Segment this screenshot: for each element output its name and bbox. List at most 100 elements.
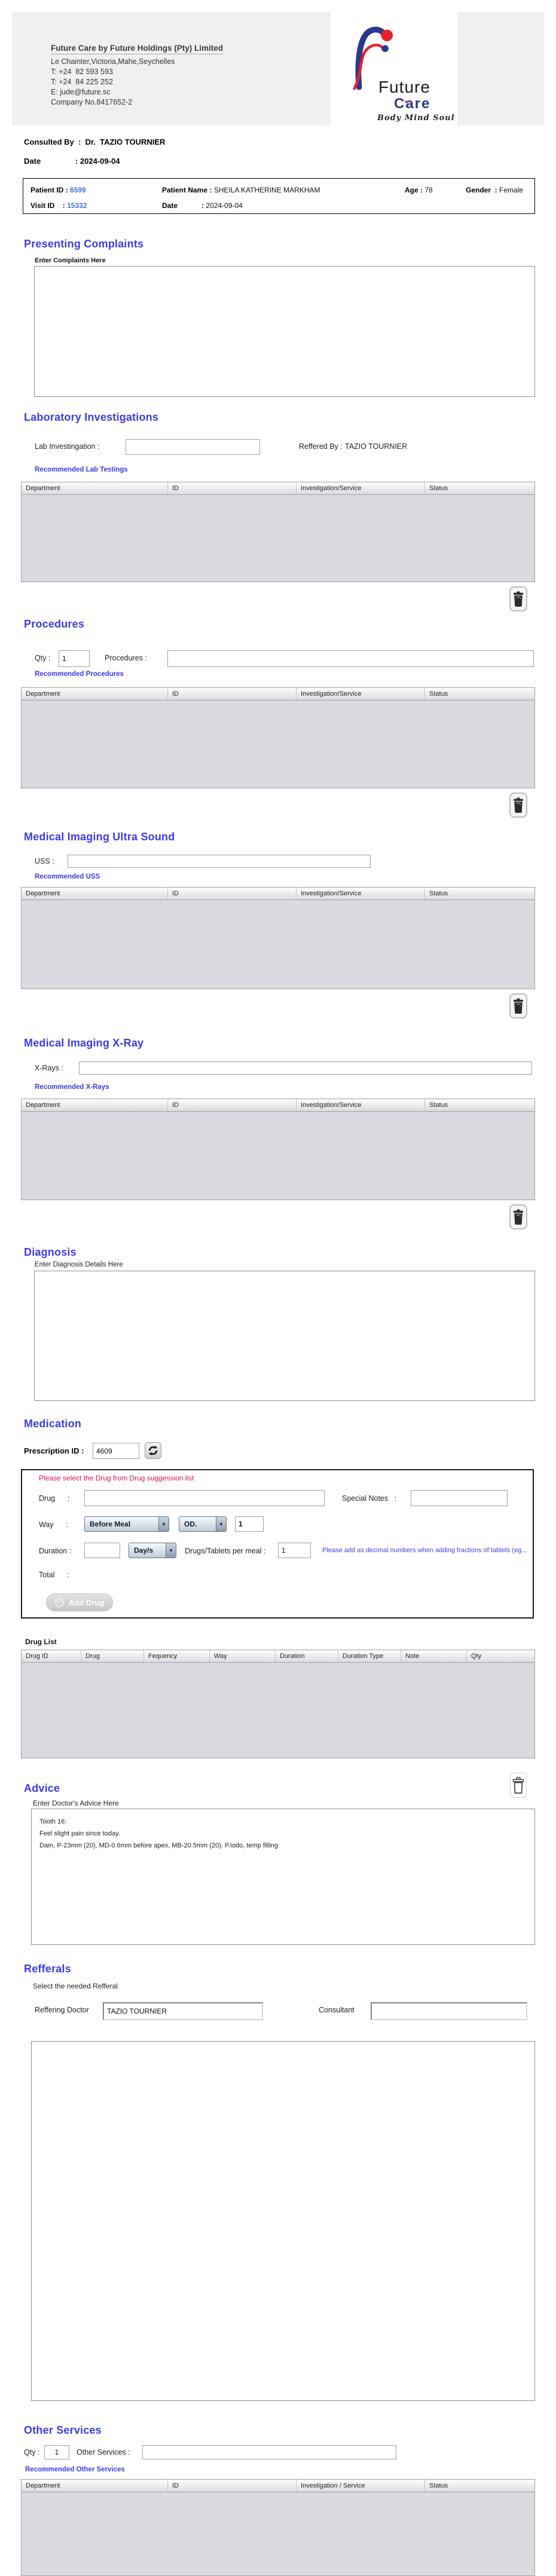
referral-list-box[interactable] — [31, 2041, 535, 2401]
procedures-qty-input[interactable] — [59, 650, 90, 667]
drug-col-duration-type: Duration Type — [338, 1650, 401, 1662]
xray-title: Medical Imaging X-Ray — [24, 1037, 144, 1049]
prescription-id-input[interactable] — [93, 1443, 139, 1459]
recommended-uss-link[interactable]: Recommended USS — [35, 873, 100, 880]
xray-input[interactable] — [79, 1061, 532, 1075]
age-label: Age : — [405, 186, 425, 194]
trash-icon — [512, 1776, 524, 1794]
uss-delete-button[interactable] — [509, 993, 527, 1018]
diagnosis-hint: Enter Diagnosis Details Here — [35, 1261, 123, 1268]
visit-id-pair: Visit ID : 15332 — [30, 200, 87, 211]
frequency-select[interactable]: OD. ▼ — [179, 1516, 227, 1532]
uss-col-service: Investigation/Service — [297, 888, 425, 900]
referred-by-label: Reffered By : — [299, 442, 343, 451]
advice-hint: Enter Doctor's Advice Here — [33, 1799, 119, 1807]
age-value: 78 — [424, 186, 433, 194]
other-services-qty-input[interactable] — [44, 2445, 69, 2459]
way-qty-input[interactable] — [235, 1516, 264, 1532]
consulted-by-label: Consulted By : — [24, 137, 81, 146]
lab-table-header: Department ID Investigation/Service Stat… — [22, 482, 534, 495]
drug-input[interactable] — [84, 1490, 325, 1506]
gender-value: Female — [499, 186, 524, 194]
uss-input[interactable] — [68, 855, 371, 868]
visit-id-label: Visit ID : — [30, 201, 68, 210]
lab-delete-button[interactable] — [509, 586, 527, 611]
consulted-by-line: Consulted By : Dr. TAZIO TOURNIER — [24, 137, 165, 146]
trash-icon — [514, 1209, 523, 1225]
patient-info-box: Patient ID : 6599 Patient Name : SHEILA … — [23, 178, 535, 214]
procedures-delete-button[interactable] — [509, 793, 527, 818]
recommended-other-services-link[interactable]: Recommended Other Services — [25, 2466, 125, 2473]
lab-col-status: Status — [429, 485, 448, 492]
trash-icon — [514, 591, 523, 607]
company-header: Future Care by Future Holdings (Pty) Lim… — [12, 12, 544, 126]
special-notes-input[interactable] — [411, 1490, 508, 1506]
drug-col-drug: Drug — [81, 1650, 144, 1662]
procedures-col-service: Investigation/Service — [297, 688, 425, 700]
lab-investigation-label: Lab Investingation : — [35, 442, 100, 451]
referring-doctor-input[interactable] — [103, 2002, 263, 2020]
duration-input[interactable] — [84, 1543, 120, 1558]
patient-id-label: Patient ID : — [30, 186, 71, 194]
procedures-label: Procedures : — [105, 654, 147, 662]
diagnosis-title: Diagnosis — [24, 1246, 77, 1258]
consult-date-value: 2024-09-04 — [80, 157, 120, 166]
recommended-xray-link[interactable]: Recommended X-Rays — [35, 1084, 109, 1091]
drug-col-frequency: Fequency — [144, 1650, 210, 1662]
consulted-by-value: Dr. TAZIO TOURNIER — [85, 137, 166, 146]
drug-suggestion-alert: Please select the Drug from Drug suggess… — [39, 1474, 194, 1482]
visit-date-value: 2024-09-04 — [206, 201, 243, 210]
chevron-down-icon: ▼ — [216, 1517, 226, 1531]
lab-investigation-input[interactable] — [126, 439, 260, 455]
procedures-col-id: ID — [168, 688, 297, 700]
recommended-procedures-link[interactable]: Recommended Procedures — [35, 671, 124, 678]
special-notes-label: Special Notes : — [342, 1494, 397, 1503]
medication-title: Medication — [24, 1418, 82, 1430]
way-label: Way : — [39, 1520, 68, 1529]
visit-date-pair: Date : 2024-09-04 — [162, 200, 243, 211]
os-col-department: Department — [22, 2480, 168, 2492]
uss-col-department: Department — [22, 888, 168, 900]
frequency-select-value: OD. — [184, 1520, 197, 1528]
advice-textarea[interactable]: Tooth 16: Feel slight pain since today. … — [31, 1809, 535, 1945]
consultant-input[interactable] — [371, 2002, 527, 2020]
trash-icon — [514, 797, 523, 813]
refresh-prescription-button[interactable] — [145, 1442, 161, 1459]
logo-word-future: Future — [378, 78, 430, 96]
company-phone2: T: +24 84 225 252 — [51, 78, 113, 86]
logo-tagline: Body Mind Soul — [377, 114, 455, 123]
os-col-status: Status — [429, 2482, 448, 2489]
patient-name-pair: Patient Name : SHEILA KATHERINE MARKHAM — [162, 185, 320, 195]
xray-table-header: Department ID Investigation/Service Stat… — [22, 1099, 534, 1112]
other-services-label: Other Services : — [77, 2448, 130, 2456]
future-care-logo: Future Care ♥ Body Mind Soul — [331, 8, 457, 129]
per-meal-input[interactable] — [278, 1543, 311, 1558]
uss-col-status: Status — [429, 890, 448, 897]
consultant-label: Consultant — [319, 2006, 355, 2014]
recommended-lab-testings-link[interactable]: Recommended Lab Testings — [35, 466, 128, 473]
patient-id-value: 6599 — [70, 186, 86, 194]
patient-name-value: SHEILA KATHERINE MARKHAM — [213, 186, 320, 194]
chevron-down-icon: ▼ — [158, 1517, 169, 1531]
visit-id-value: 15332 — [67, 201, 87, 210]
other-services-qty-label: Qty : — [24, 2448, 40, 2456]
way-select[interactable]: Before Meal ▼ — [84, 1516, 169, 1532]
drug-col-duration: Duration — [276, 1650, 338, 1662]
xray-delete-button[interactable] — [509, 1204, 527, 1229]
uss-col-id: ID — [168, 888, 297, 900]
procedures-input[interactable] — [167, 650, 534, 667]
complaints-textarea[interactable] — [34, 266, 535, 397]
procedures-col-department: Department — [22, 688, 168, 700]
other-services-input[interactable] — [142, 2445, 396, 2459]
duration-label: Duration : — [39, 1547, 72, 1555]
add-drug-button[interactable]: + Add Drug — [46, 1593, 113, 1611]
gender-label: Gender : — [466, 186, 500, 194]
advice-delete-button[interactable] — [510, 1773, 527, 1798]
duration-type-select[interactable]: Day/s ▼ — [129, 1543, 176, 1558]
trash-icon — [514, 998, 523, 1014]
uss-table-header: Department ID Investigation/Service Stat… — [22, 888, 534, 900]
diagnosis-textarea[interactable] — [34, 1271, 535, 1401]
consult-date-label: Date : — [24, 157, 80, 166]
chevron-down-icon: ▼ — [166, 1543, 176, 1558]
os-col-id: ID — [168, 2480, 297, 2492]
